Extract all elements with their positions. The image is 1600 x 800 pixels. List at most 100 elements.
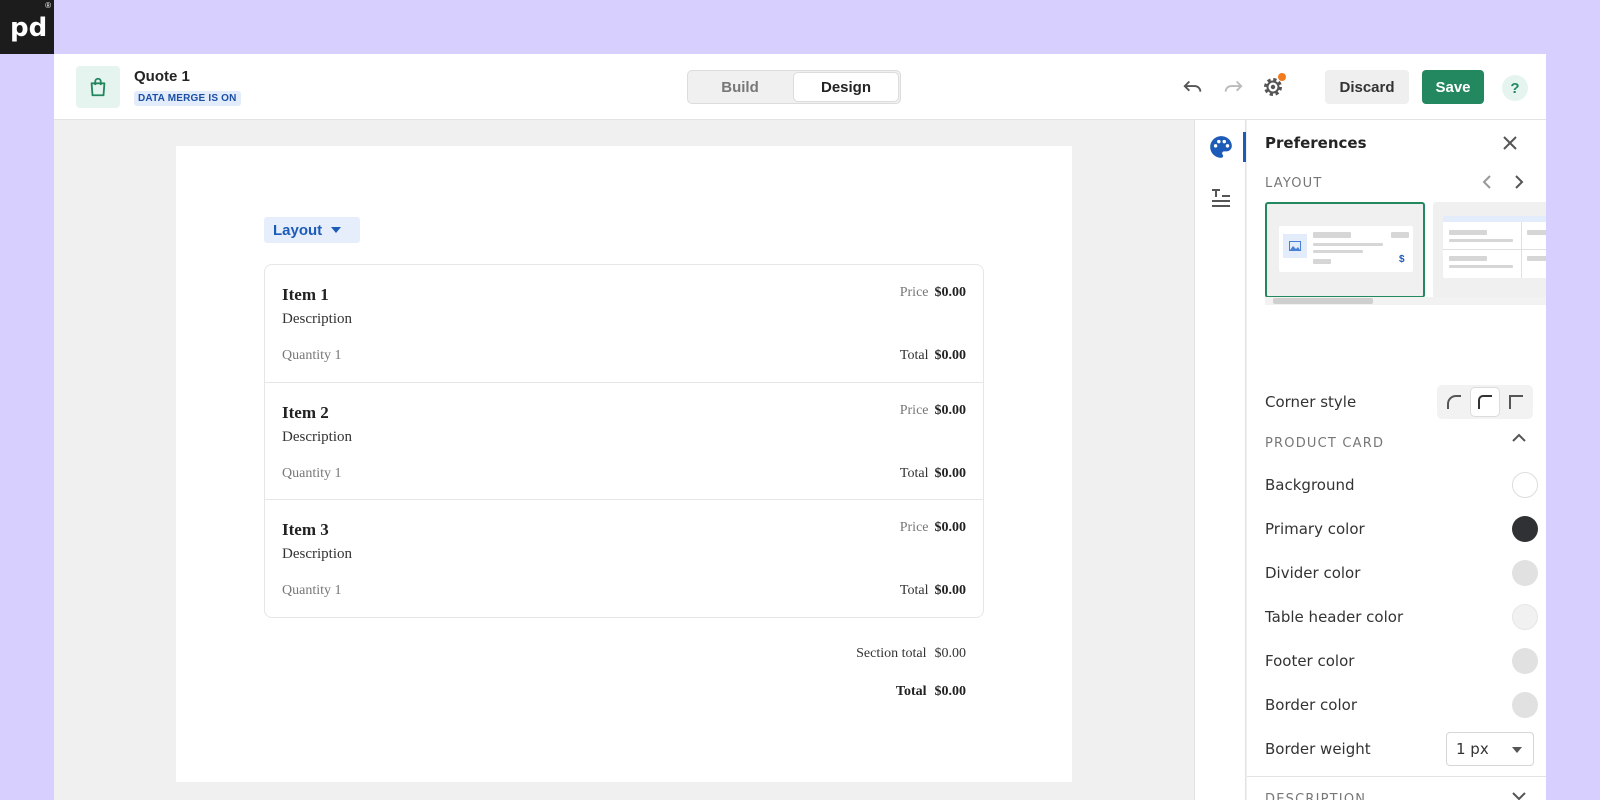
primary-color-label: Primary color [1265,520,1365,538]
item-title: Item 2 [282,403,329,422]
background-color-swatch[interactable] [1512,472,1538,498]
price-label: Price [899,285,929,300]
border-color-swatch[interactable] [1512,692,1538,718]
product-card-collapse-button[interactable] [1509,428,1529,448]
section-divider [1247,776,1546,777]
undo-button[interactable] [1180,74,1206,100]
item-description: Description [282,311,352,327]
item-total: Total $0.00 [900,348,966,364]
product-table: Item 1 Description Quantity 1 Price $0.00… [264,264,984,618]
corner-rounded-option[interactable] [1440,388,1468,416]
grand-total: Total $0.00 [896,684,966,700]
text-tab[interactable] [1209,186,1233,210]
total-value: $0.00 [934,583,967,598]
redo-icon [1224,80,1243,92]
scrollbar-thumb[interactable] [1273,298,1373,304]
layout-button-label: Layout [273,221,323,239]
tab-design[interactable]: Design [794,73,898,101]
help-button[interactable]: ? [1502,75,1528,101]
total-value: $0.00 [934,466,967,481]
save-button[interactable]: Save [1422,70,1484,104]
layout-dropdown-button[interactable]: Layout [264,217,360,243]
border-weight-select[interactable]: 1 px [1446,732,1534,766]
corner-medium-option[interactable] [1471,388,1499,416]
logo-mark-icon: pd [10,13,47,43]
corner-style-selector [1437,385,1533,419]
total-label: Total [899,466,929,481]
border-weight-value: 1 px [1456,740,1489,758]
corner-square-option[interactable] [1502,388,1530,416]
table-header-color-label: Table header color [1265,608,1404,626]
footer-color-swatch[interactable] [1512,648,1538,674]
description-expand-button[interactable] [1509,786,1529,800]
caret-down-icon [331,227,342,233]
layout-section-heading: LAYOUT [1265,176,1323,191]
shopping-bag-icon [90,77,106,97]
corner-square-icon [1509,395,1523,409]
primary-color-swatch[interactable] [1512,516,1538,542]
item-quantity: Quantity 1 [282,348,342,363]
mode-switch: Build Design [687,70,901,104]
item-price: Price $0.00 [900,403,966,419]
undo-icon [1183,80,1202,92]
layout-prev-button[interactable] [1477,172,1497,192]
caret-down-icon [1512,747,1522,753]
layout-option[interactable] [1433,202,1546,298]
total-label: Total [899,583,929,598]
price-value: $0.00 [934,285,967,300]
price-value: $0.00 [934,520,967,535]
item-quantity: Quantity 1 [282,466,342,481]
product-item[interactable]: Item 3 Description Quantity 1 Price $0.00… [265,499,983,617]
item-description: Description [282,429,352,445]
grand-total-label: Total [895,684,927,699]
active-tab-indicator [1243,132,1246,162]
section-total-label: Section total [856,646,927,661]
product-card-heading: PRODUCT CARD [1265,436,1385,451]
price-value: $0.00 [934,403,967,418]
layout-next-button[interactable] [1509,172,1529,192]
layout-option-selected[interactable]: $ [1265,202,1425,298]
panel-title: Preferences [1265,134,1367,152]
table-header-color-swatch[interactable] [1512,604,1538,630]
item-total: Total $0.00 [900,466,966,482]
border-weight-label: Border weight [1265,740,1371,758]
panel-tab-rail [1194,120,1246,800]
close-panel-button[interactable] [1497,130,1523,156]
image-placeholder-icon [1283,234,1307,258]
discard-button[interactable]: Discard [1325,70,1409,104]
document-page: Layout Item 1 Description Quantity 1 Pri… [176,146,1072,782]
product-item[interactable]: Item 2 Description Quantity 1 Price $0.00… [265,382,983,500]
layout-thumbnails: $ [1265,202,1546,306]
section-total-value: $0.00 [934,646,967,661]
item-quantity: Quantity 1 [282,583,342,598]
product-item[interactable]: Item 1 Description Quantity 1 Price $0.00… [265,265,983,383]
item-price: Price $0.00 [900,285,966,301]
corner-rounded-icon [1447,395,1461,409]
item-price: Price $0.00 [900,520,966,536]
item-title: Item 1 [282,285,329,304]
description-section-heading: DESCRIPTION [1265,792,1367,800]
notification-dot [1278,73,1286,81]
data-merge-badge: DATA MERGE IS ON [134,91,241,106]
top-bar: Quote 1 DATA MERGE IS ON Build Design Di… [54,54,1546,120]
total-label: Total [899,348,929,363]
footer-color-label: Footer color [1265,652,1355,670]
close-icon [1503,136,1517,150]
total-value: $0.00 [934,348,967,363]
settings-button[interactable] [1260,73,1286,100]
redo-button[interactable] [1220,74,1246,100]
thumbnail-scrollbar[interactable] [1265,297,1546,305]
text-format-icon [1212,189,1230,207]
document-title[interactable]: Quote 1 [134,68,190,85]
palette-icon [1210,136,1232,158]
divider-color-label: Divider color [1265,564,1361,582]
dollar-icon: $ [1399,254,1405,265]
price-label: Price [899,403,929,418]
chevron-down-icon [1512,792,1526,800]
style-tab[interactable] [1208,134,1234,160]
border-color-label: Border color [1265,696,1357,714]
tab-build[interactable]: Build [690,73,790,101]
grand-total-value: $0.00 [934,684,967,699]
divider-color-swatch[interactable] [1512,560,1538,586]
chevron-right-icon [1515,175,1524,189]
